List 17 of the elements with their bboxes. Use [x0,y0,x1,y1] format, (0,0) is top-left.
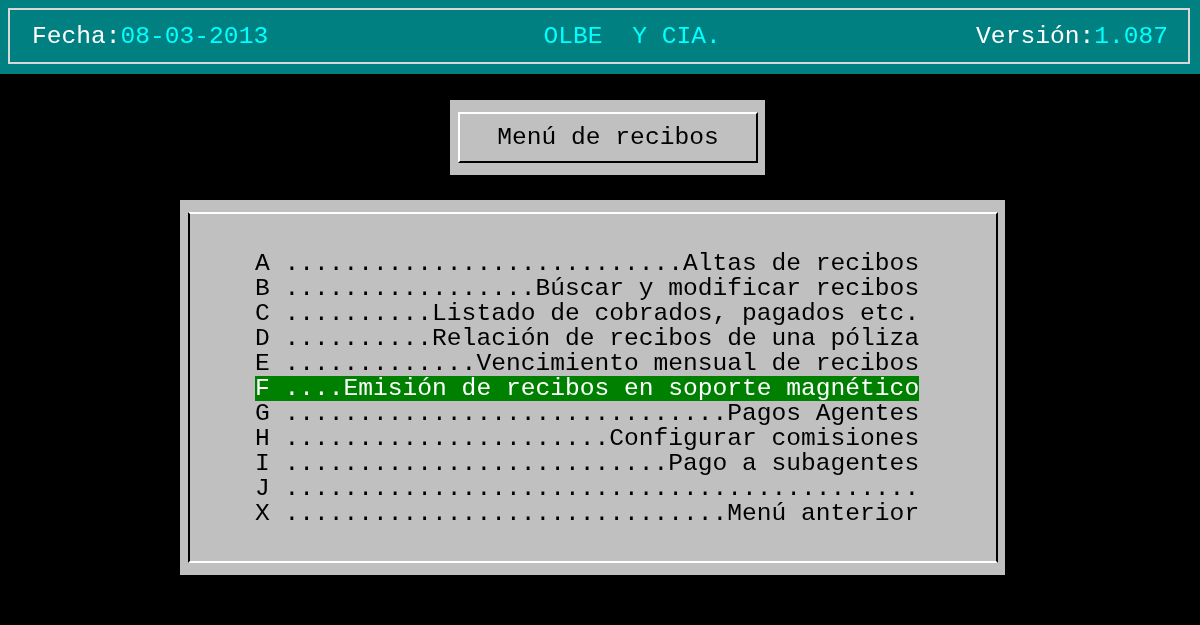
menu-item[interactable]: I ..........................Pago a subagentes [255,451,920,476]
menu-item[interactable]: E .............Vencimiento mensual de recibos [255,351,920,376]
menu-item[interactable]: D ..........Relación de recibos de una póliza [255,326,920,351]
menu-item[interactable]: J ........................................... [255,476,920,501]
menu-title: Menú de recibos [497,124,719,151]
menu-item[interactable]: A ...........................Altas de recibos [255,251,920,276]
version-value: 1.087 [1094,22,1168,50]
version-label: Versión: [976,22,1095,50]
menu-item[interactable]: G ..............................Pagos Agentes [255,401,920,426]
menu-item[interactable]: C ..........Listado de cobrados, pagados etc. [255,301,920,326]
date-label: Fecha: [32,22,121,50]
company-name: OLBE Y CIA. [543,22,721,50]
date-value: 08-03-2013 [120,22,269,50]
menu-item[interactable]: X ..............................Menú anterior [255,501,920,526]
menu-item[interactable]: B .................Búscar y modificar recibos [255,276,920,301]
menu-item[interactable]: H ......................Configurar comisiones [255,426,920,451]
menu-item[interactable]: F ....Emisión de recibos en soporte magnético [255,376,920,401]
